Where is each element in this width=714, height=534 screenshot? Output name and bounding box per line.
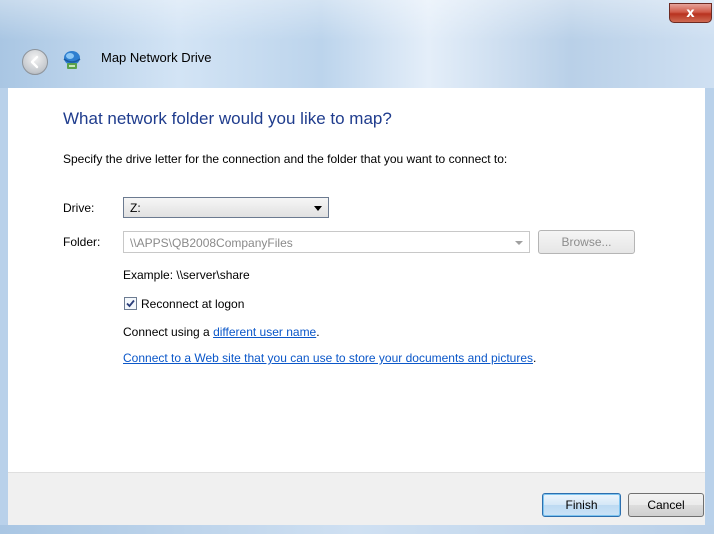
cancel-button[interactable]: Cancel bbox=[628, 493, 704, 517]
chevron-down-icon bbox=[314, 206, 322, 211]
title-bar bbox=[0, 0, 714, 88]
web-site-link[interactable]: Connect to a Web site that you can use t… bbox=[123, 351, 533, 365]
page-heading: What network folder would you like to ma… bbox=[63, 109, 392, 128]
connect-using-line: Connect using a different user name. bbox=[123, 325, 320, 339]
connect-suffix: . bbox=[316, 325, 320, 339]
drive-label: Drive: bbox=[63, 201, 95, 215]
finish-button[interactable]: Finish bbox=[542, 493, 621, 517]
window-title: Map Network Drive bbox=[101, 50, 212, 65]
wizard-content: What network folder would you like to ma… bbox=[8, 88, 705, 472]
folder-input-value: \\APPS\QB2008CompanyFiles bbox=[130, 236, 293, 250]
window-frame-bottom bbox=[0, 525, 714, 534]
drive-select[interactable]: Z: bbox=[123, 197, 329, 218]
example-text: Example: \\server\share bbox=[123, 268, 250, 282]
web-link-suffix: . bbox=[533, 351, 537, 365]
chevron-down-icon bbox=[515, 241, 523, 245]
connect-prefix: Connect using a bbox=[123, 325, 214, 339]
back-arrow-icon bbox=[30, 55, 39, 69]
reconnect-checkbox[interactable] bbox=[124, 297, 137, 310]
back-button[interactable] bbox=[22, 49, 48, 75]
reconnect-label[interactable]: Reconnect at logon bbox=[141, 297, 244, 311]
network-drive-icon bbox=[61, 49, 83, 71]
browse-button[interactable]: Browse... bbox=[538, 230, 635, 254]
different-user-link[interactable]: different user name bbox=[213, 325, 316, 339]
checkmark-icon bbox=[126, 299, 135, 308]
map-network-drive-window: x Map Network Drive What network folder … bbox=[0, 0, 714, 534]
folder-input[interactable]: \\APPS\QB2008CompanyFiles bbox=[123, 231, 530, 253]
instruction-text: Specify the drive letter for the connect… bbox=[63, 152, 508, 166]
button-bar: Finish Cancel bbox=[8, 472, 705, 525]
web-site-line: Connect to a Web site that you can use t… bbox=[123, 351, 536, 365]
folder-label: Folder: bbox=[63, 235, 101, 249]
close-button[interactable]: x bbox=[669, 3, 712, 23]
drive-select-value: Z: bbox=[130, 201, 141, 215]
